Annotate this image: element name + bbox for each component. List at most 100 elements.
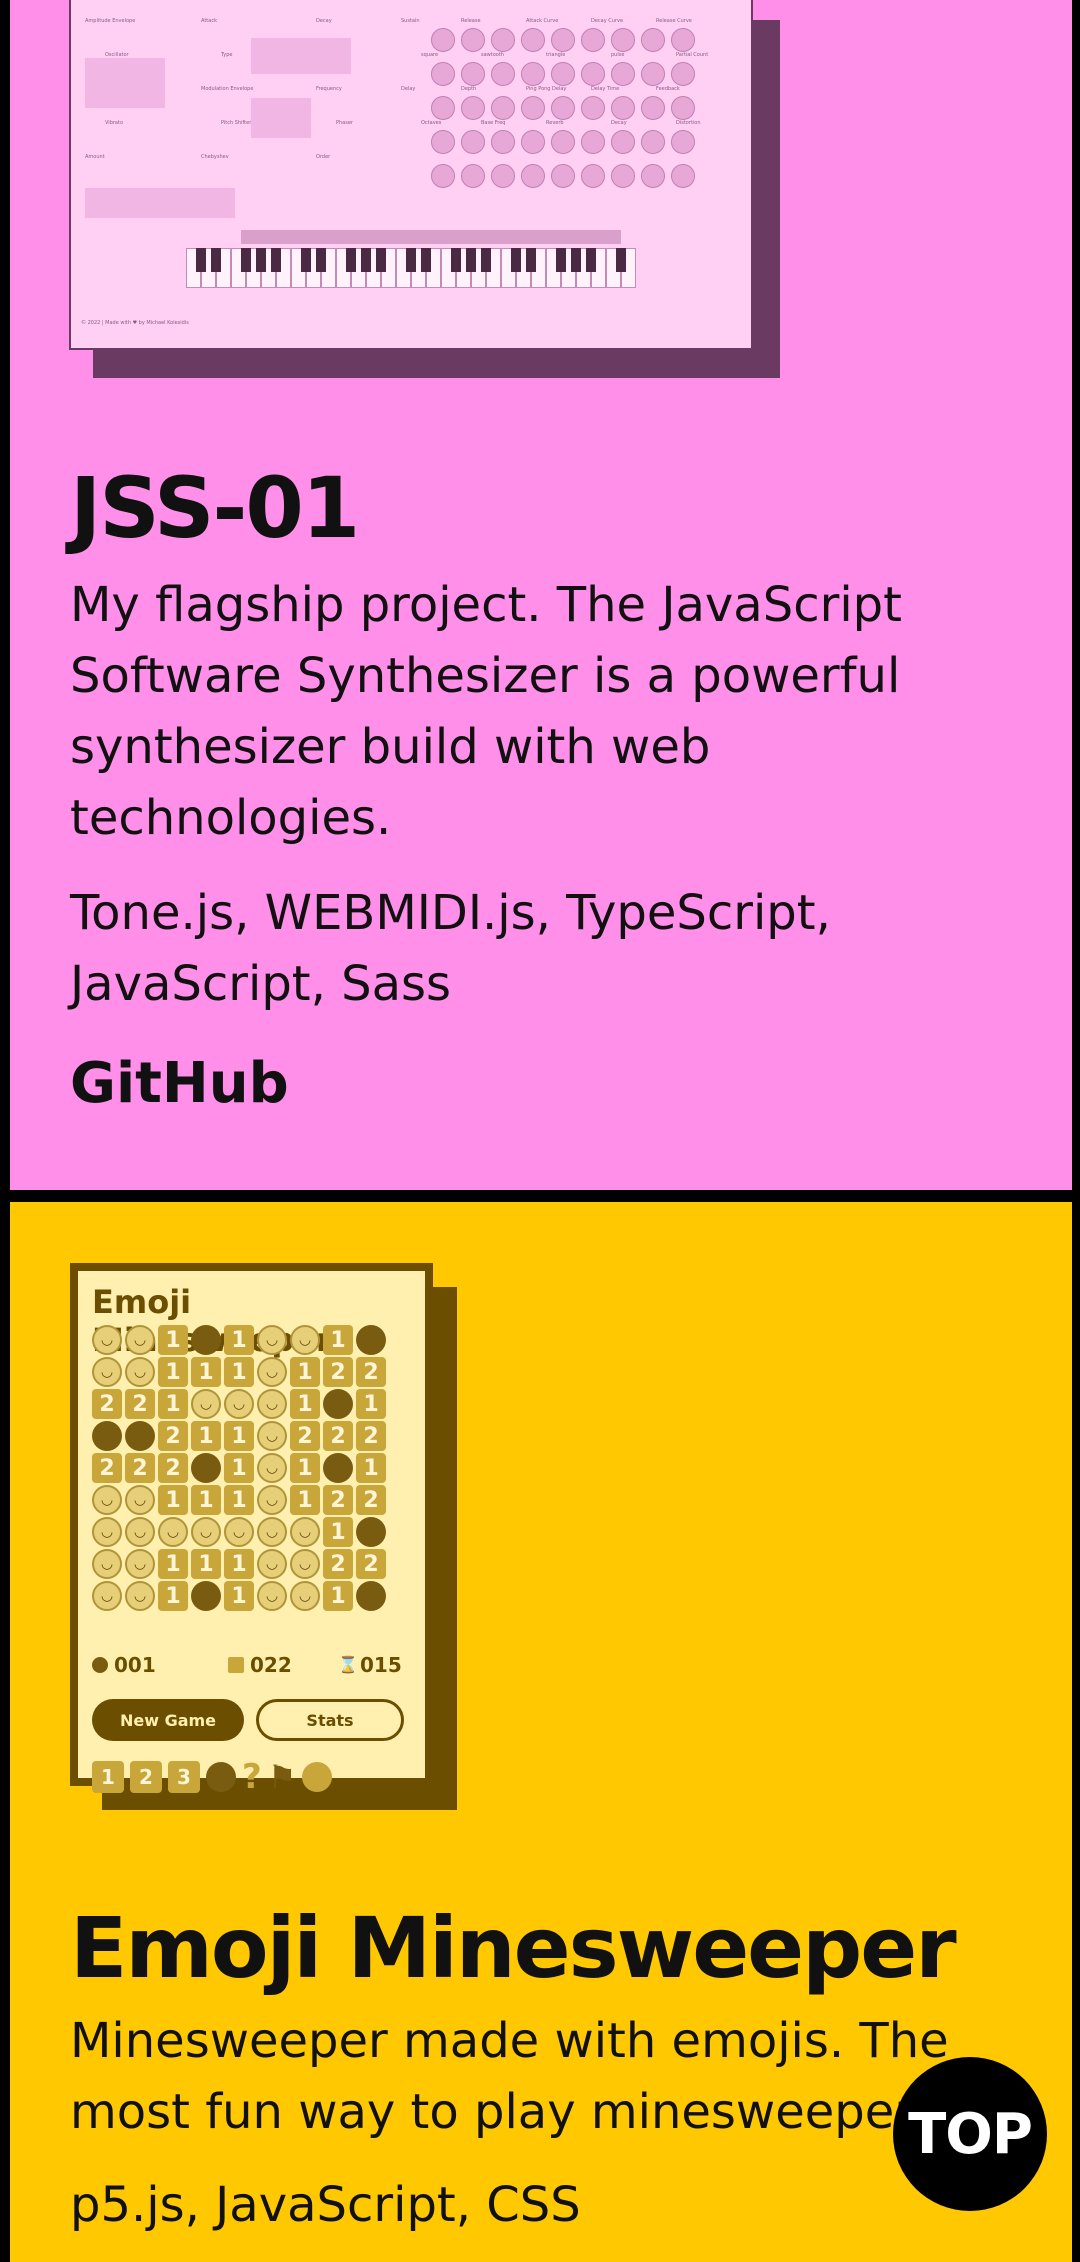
number-cell: 1 (224, 1549, 254, 1579)
flag-count: 022 (250, 1653, 292, 1677)
synth-knob (461, 62, 485, 86)
synth-label: Attack (201, 18, 217, 24)
project-technologies: p5.js, JavaScript, CSS (70, 2177, 581, 2233)
black-key (571, 248, 581, 272)
number-cell: 2 (125, 1389, 155, 1419)
smiley-cell: ◡ (257, 1389, 287, 1419)
synth-knob (431, 96, 455, 120)
number-cell: 2 (158, 1421, 188, 1451)
tool-1: 1 (92, 1761, 124, 1793)
synth-knob (551, 96, 575, 120)
number-cell: 2 (323, 1421, 353, 1451)
number-cell: 1 (356, 1389, 386, 1419)
black-key (421, 248, 431, 272)
synth-knob (551, 28, 575, 52)
new-game-button: New Game (92, 1699, 244, 1741)
smiley-cell: ◡ (92, 1517, 122, 1547)
synth-knob (671, 28, 695, 52)
bomb-cell (191, 1581, 221, 1611)
synth-label: Partial Count (676, 52, 709, 58)
synth-label: Reverb (546, 120, 564, 126)
black-key (241, 248, 251, 272)
smiley-cell: ◡ (92, 1325, 122, 1355)
synth-knob (611, 96, 635, 120)
bomb-cell (191, 1325, 221, 1355)
project-technologies: Tone.js, WEBMIDI.js, TypeScript, JavaScr… (70, 885, 831, 1012)
synth-label: Pitch Shifter (221, 120, 252, 126)
synth-knob (461, 28, 485, 52)
black-key (511, 248, 521, 272)
smiley-cell: ◡ (257, 1517, 287, 1547)
black-key (256, 248, 266, 272)
smiley-cell: ◡ (125, 1549, 155, 1579)
number-cell: 1 (356, 1453, 386, 1483)
hourglass-icon: ⌛ (338, 1655, 358, 1674)
smiley-cell: ◡ (125, 1325, 155, 1355)
number-cell: 2 (356, 1421, 386, 1451)
number-cell: 2 (356, 1485, 386, 1515)
flag-icon: ⚑ (267, 1758, 297, 1796)
synth-knob (551, 130, 575, 154)
synth-label: Attack Curve (526, 18, 559, 24)
synth-label: Modulation Envelope (201, 86, 254, 92)
synth-label: Release Curve (656, 18, 692, 24)
bomb-cell (125, 1421, 155, 1451)
synth-knob (581, 62, 605, 86)
synth-label: Delay Time (591, 86, 620, 92)
number-cell: 1 (323, 1581, 353, 1611)
synth-footer: © 2022 | Made with ♥ by Michael Kolesidi… (81, 320, 189, 326)
minesweeper-screenshot: Emoji Minesweeper ◡◡11◡◡1◡◡111◡122221◡◡◡… (70, 1263, 433, 1797)
github-link[interactable]: GitHub (70, 1056, 289, 1112)
synth-panel (85, 58, 165, 108)
synth-knob (521, 130, 545, 154)
smiley-cell: ◡ (125, 1357, 155, 1387)
number-cell: 1 (290, 1453, 320, 1483)
synth-label: Phaser (336, 120, 353, 126)
black-key (346, 248, 356, 272)
back-to-top-button[interactable]: TOP (893, 2057, 1047, 2211)
synth-knob (521, 62, 545, 86)
number-cell: 1 (290, 1389, 320, 1419)
synth-knob (431, 62, 455, 86)
smiley-cell: ◡ (191, 1389, 221, 1419)
synth-label: Type (221, 52, 233, 58)
synth-knob (521, 164, 545, 188)
bomb-cell (356, 1581, 386, 1611)
synth-label: Ping Pong Delay (526, 86, 567, 92)
smiley-cell: ◡ (290, 1517, 320, 1547)
synth-label: Release (461, 18, 481, 24)
synth-label: Decay (611, 120, 627, 126)
help-icon: ? (242, 1757, 262, 1797)
smiley-cell: ◡ (92, 1549, 122, 1579)
smiley-cell: ◡ (257, 1549, 287, 1579)
number-cell: 1 (224, 1581, 254, 1611)
number-cell: 1 (224, 1421, 254, 1451)
synth-label: Distortion (676, 120, 701, 126)
synth-panel (251, 38, 351, 74)
synth-label: Delay (401, 86, 416, 92)
number-cell: 1 (158, 1549, 188, 1579)
bomb-cell (191, 1453, 221, 1483)
smiley-cell: ◡ (224, 1517, 254, 1547)
smiley-cell: ◡ (257, 1325, 287, 1355)
project-title: JSS-01 (70, 459, 360, 557)
smiley-cell: ◡ (290, 1549, 320, 1579)
synth-label: sawtooth (481, 52, 504, 58)
synth-knob (641, 62, 665, 86)
black-key (466, 248, 476, 272)
synth-knob (581, 28, 605, 52)
synth-label: Depth (461, 86, 477, 92)
minesweeper-grid: ◡ ◡ 1 1 ◡ ◡ 1 ◡ ◡ 1 1 1 ◡ 1 2 2 2 2 1 ◡ ◡ ◡ 1 1 2 1 1 ◡ 2 2 2 2 2 2 1 ◡ 1 1 ◡ ◡… (92, 1325, 386, 1611)
synth-label: triangle (546, 52, 566, 58)
timer: ⌛ 015 (338, 1653, 402, 1677)
number-cell: 2 (323, 1485, 353, 1515)
synth-label: Decay Curve (591, 18, 624, 24)
synth-knob (491, 28, 515, 52)
smiley-cell: ◡ (257, 1357, 287, 1387)
number-cell: 2 (158, 1453, 188, 1483)
synth-label: square (421, 52, 439, 58)
number-cell: 2 (290, 1421, 320, 1451)
synth-knob (461, 164, 485, 188)
number-cell: 2 (92, 1453, 122, 1483)
synth-knob (641, 96, 665, 120)
